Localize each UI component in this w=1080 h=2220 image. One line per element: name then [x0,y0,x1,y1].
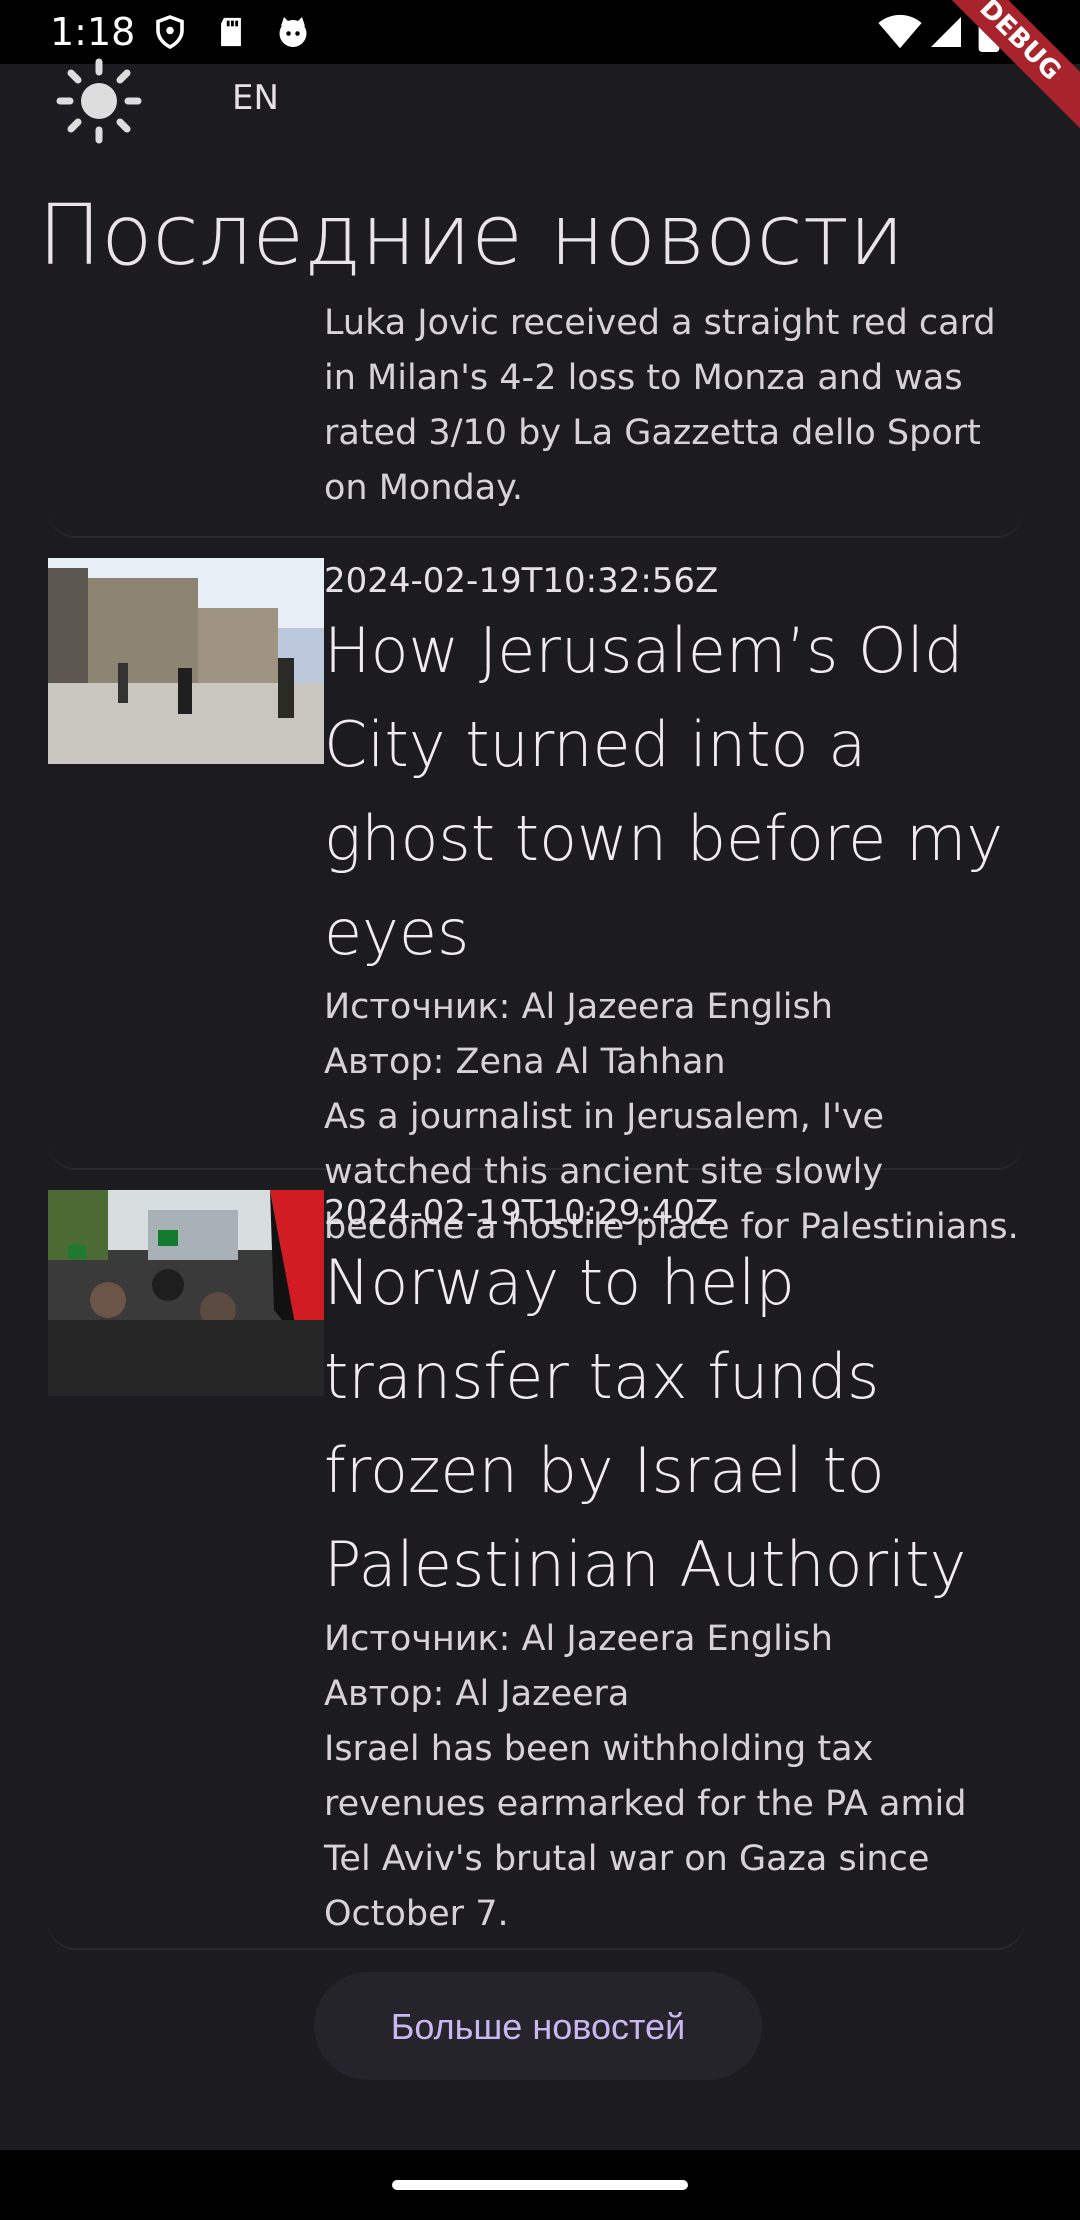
status-bar: 1:18 DEBUG [0,0,1080,147]
more-news-button[interactable]: Больше новостей [314,1972,762,2080]
cat-icon [274,14,312,54]
article-author: Автор: Zena Al Tahhan [324,1042,726,1082]
home-handle[interactable] [392,2180,688,2190]
article-title[interactable]: How Jerusalem’s Old City turned into a g… [324,604,1024,980]
article-source: Источник: Al Jazeera English [324,987,833,1027]
article-source: Источник: Al Jazeera English [324,1619,833,1659]
sun-icon[interactable] [56,58,142,144]
shield-icon [152,14,188,54]
page-title: Последние новости [38,186,905,284]
status-time: 1:18 [50,10,136,54]
article-title[interactable]: Norway to help transfer tax funds frozen… [324,1236,1024,1612]
wifi-icon [878,14,922,54]
article-summary: Luka Jovic received a straight red card … [324,303,996,508]
article-author: Автор: Al Jazeera [324,1674,630,1714]
news-card[interactable]: 2024-02-19T10:32:56Z How Jerusalem’s Old… [48,558,1024,1247]
article-summary: Israel has been withholding tax revenues… [324,1729,967,1934]
article-image[interactable] [48,1190,324,1396]
article-date: 2024-02-19T10:29:40Z [324,1193,719,1233]
news-card[interactable]: 2024-02-19T10:29:40Z Norway to help tran… [48,1190,1024,1950]
article-image[interactable] [48,558,324,764]
article-date: 2024-02-19T10:32:56Z [324,561,719,601]
signal-icon [928,14,964,54]
news-feed[interactable]: Luka Jovic received a straight red card … [0,300,1080,1960]
sd-card-icon [214,14,248,54]
language-toggle[interactable]: EN [232,78,279,118]
news-card[interactable]: Luka Jovic received a straight red card … [48,300,1024,538]
